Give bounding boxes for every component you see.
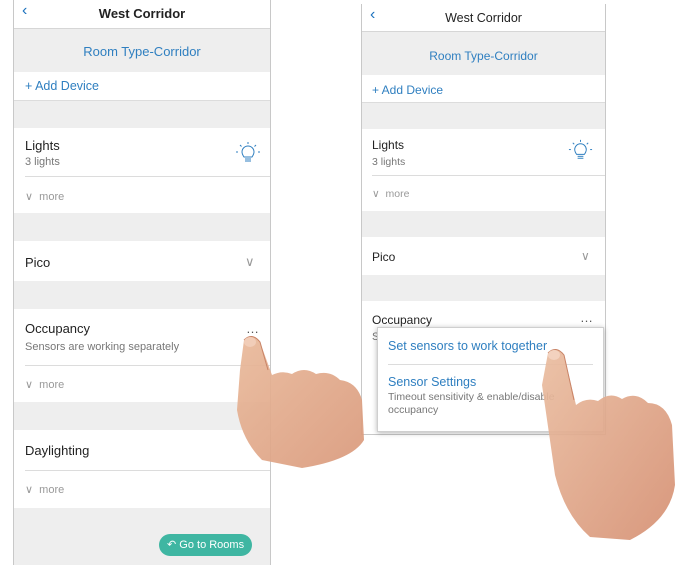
screen-left: ‹ West Corridor Room Type-Corridor + Add… bbox=[13, 0, 271, 565]
spacer bbox=[14, 281, 270, 309]
pico-label: Pico bbox=[25, 255, 51, 270]
more-label: more bbox=[39, 484, 65, 496]
room-type-label[interactable]: Room Type-Corridor bbox=[14, 44, 270, 59]
occupancy-label: Occupancy bbox=[25, 321, 91, 336]
room-type-label[interactable]: Room Type-Corridor bbox=[362, 49, 605, 63]
spacer bbox=[14, 101, 270, 128]
header: ‹ West Corridor bbox=[14, 0, 270, 29]
occupancy-label: Occupancy bbox=[372, 313, 433, 327]
room-type-band: Room Type-Corridor bbox=[362, 32, 605, 75]
footer-band: ↶ Go to Rooms bbox=[14, 508, 270, 565]
add-device-row[interactable]: + Add Device bbox=[362, 75, 605, 103]
divider bbox=[25, 470, 270, 471]
more-label: more bbox=[385, 188, 410, 200]
daylighting-label: Daylighting bbox=[25, 443, 90, 458]
page-title: West Corridor bbox=[98, 6, 186, 21]
pico-row[interactable]: Pico ∨ bbox=[14, 241, 270, 281]
pico-label: Pico bbox=[372, 250, 396, 264]
divider bbox=[372, 175, 605, 176]
lightbulb-icon[interactable] bbox=[567, 138, 594, 165]
lights-more-link[interactable]: ∨ more bbox=[372, 188, 409, 200]
divider bbox=[25, 176, 270, 177]
occupancy-more-link[interactable]: ∨ more bbox=[25, 378, 64, 391]
lights-card: Lights 3 lights ∨ more bbox=[362, 129, 605, 211]
add-device-button[interactable]: + Add Device bbox=[25, 79, 99, 93]
pointing-hand-image bbox=[237, 336, 364, 468]
lights-more-link[interactable]: ∨ more bbox=[25, 190, 64, 203]
more-dots-icon[interactable]: … bbox=[580, 310, 594, 325]
lights-label: Lights bbox=[25, 138, 60, 153]
more-label: more bbox=[39, 379, 65, 391]
add-device-row[interactable]: + Add Device bbox=[14, 72, 270, 101]
room-type-band: Room Type-Corridor bbox=[14, 29, 270, 72]
daylighting-more-link[interactable]: ∨ more bbox=[25, 483, 64, 496]
chevron-down-icon[interactable]: ∨ bbox=[245, 254, 255, 270]
lights-label: Lights bbox=[372, 138, 405, 152]
lightbulb-icon[interactable] bbox=[234, 140, 262, 168]
occupancy-status: Sensors are working separately bbox=[25, 341, 180, 353]
spacer bbox=[362, 211, 605, 237]
go-to-rooms-button[interactable]: ↶ Go to Rooms bbox=[159, 534, 253, 556]
pointing-hand-image bbox=[542, 349, 675, 540]
lights-count: 3 lights bbox=[25, 156, 60, 168]
pico-row[interactable]: Pico ∨ bbox=[362, 237, 605, 275]
spacer bbox=[362, 103, 605, 129]
chevron-down-icon[interactable]: ∨ bbox=[581, 249, 590, 263]
page-title: West Corridor bbox=[445, 11, 522, 25]
spacer bbox=[14, 213, 270, 241]
more-label: more bbox=[39, 191, 65, 203]
add-device-button[interactable]: + Add Device bbox=[372, 83, 443, 97]
menu-item-sensor-settings[interactable]: Sensor Settings bbox=[388, 375, 476, 389]
spacer bbox=[362, 275, 605, 301]
menu-item-work-together[interactable]: Set sensors to work together bbox=[388, 339, 547, 353]
lights-count: 3 lights bbox=[372, 156, 406, 168]
go-to-rooms-label: Go to Rooms bbox=[179, 539, 245, 551]
header: ‹ West Corridor bbox=[362, 4, 605, 32]
lights-card: Lights 3 lights ∨ more bbox=[14, 128, 270, 213]
